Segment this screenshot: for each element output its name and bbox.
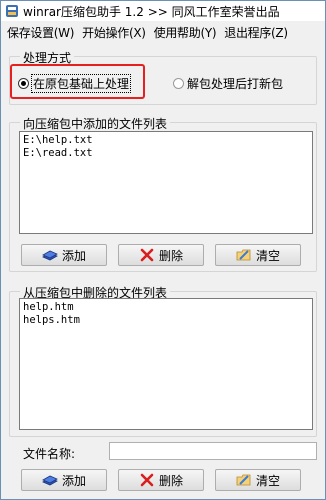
add-button[interactable]: 添加 [21,244,107,266]
delete-x-icon [140,473,154,487]
menu-exit[interactable]: 退出程序(Z) [221,24,291,41]
list-item[interactable]: helps.htm [23,314,309,327]
radio-repack-label: 解包处理后打新包 [187,77,284,91]
app-window: winrar压缩包助手 1.2 >> 同风工作室荣誉出品 保存设置(W) 开始操… [0,0,326,500]
book-icon [42,250,58,261]
radio-repack[interactable]: 解包处理后打新包 [173,75,283,92]
clear-folder-icon [236,249,251,261]
bottom-clear-button[interactable]: 清空 [215,469,301,491]
filename-label: 文件名称: [23,447,76,461]
radio-repack-circle[interactable] [173,78,184,89]
app-icon [6,5,18,17]
window-title: winrar压缩包助手 1.2 >> 同风工作室荣誉出品 [23,4,280,19]
list-item[interactable]: E:\read.txt [23,147,309,160]
book-icon [42,475,58,486]
menu-bar: 保存设置(W) 开始操作(X) 使用帮助(Y) 退出程序(Z) [1,22,325,42]
add-files-list[interactable]: E:\help.txt E:\read.txt [19,131,313,234]
delete-button-label: 删除 [158,248,183,263]
filename-input[interactable] [109,442,317,460]
delete-x-icon [140,248,154,262]
list-item[interactable]: E:\help.txt [23,134,309,147]
delete-button[interactable]: 删除 [118,244,204,266]
add-files-group-title: 向压缩包中添加的文件列表 [20,115,171,132]
menu-start[interactable]: 开始操作(X) [79,24,149,41]
menu-help[interactable]: 使用帮助(Y) [151,24,220,41]
bottom-clear-button-label: 清空 [255,473,280,488]
delete-files-list[interactable]: help.htm helps.htm [19,298,313,430]
annotation-highlight [10,64,145,99]
add-button-label: 添加 [61,248,86,263]
clear-folder-icon [236,474,251,486]
title-bar[interactable]: winrar压缩包助手 1.2 >> 同风工作室荣誉出品 [1,1,325,21]
list-item[interactable]: help.htm [23,301,309,314]
bottom-delete-button[interactable]: 删除 [118,469,204,491]
menu-save-settings[interactable]: 保存设置(W) [4,24,77,41]
clear-button-label: 清空 [255,248,280,263]
bottom-add-button[interactable]: 添加 [21,469,107,491]
bottom-add-button-label: 添加 [61,473,86,488]
clear-button[interactable]: 清空 [215,244,301,266]
bottom-delete-button-label: 删除 [158,473,183,488]
